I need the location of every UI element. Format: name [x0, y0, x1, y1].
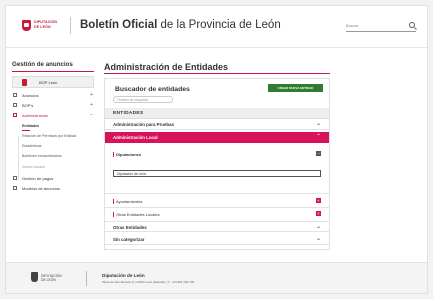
chevron-down-icon: ⌄ — [315, 121, 321, 127]
expand-icon[interactable]: + — [316, 198, 321, 203]
site-title-bold: Boletín Oficial — [80, 19, 158, 31]
site-title-rest: de la Provincia de León — [157, 19, 281, 31]
payments-icon — [13, 176, 17, 180]
expand-icon[interactable]: + — [90, 92, 93, 98]
logo-line1: DIPUTACIÓN — [34, 20, 58, 24]
logo-line2: DE LEÓN — [34, 24, 51, 29]
sidebar-item-label: Gestión de pagos — [22, 176, 54, 181]
sidebar-title: Gestión de anuncios — [12, 61, 73, 68]
sidebar-item-anuncios[interactable]: Anuncios + — [12, 92, 94, 100]
book-icon — [13, 103, 17, 107]
subgroup-label: Otras Entidades Locales — [116, 211, 160, 217]
expand-icon[interactable]: + — [316, 211, 321, 216]
submenu-item-permisos[interactable]: Relación de Permisos por Entidad — [22, 134, 76, 138]
entity-search-input[interactable]: Término de búsqueda — [113, 96, 173, 103]
header-search[interactable]: Buscar — [346, 22, 416, 32]
search-icon[interactable] — [409, 22, 415, 28]
site-header: DIPUTACIÓN DE LEÓN Boletín Oficial de la… — [6, 6, 427, 48]
entities-header-label: ENTIDADES — [113, 111, 144, 116]
divider — [105, 207, 329, 208]
site-footer: DIPUTACIÓN DE LEÓN Diputación de León Pl… — [6, 262, 427, 293]
entities-panel: Buscador de entidades CREAR NUEVA ENTIDA… — [104, 78, 330, 250]
header-separator — [70, 17, 71, 34]
sidebar-item-label: Administración — [22, 113, 49, 118]
subgroup-marker — [113, 212, 114, 217]
expand-icon[interactable]: + — [90, 102, 93, 108]
footer-address: Plaza de San Marcelo 6 | 24002 León (Esp… — [102, 280, 195, 284]
entities-header: ENTIDADES — [105, 108, 329, 119]
submenu-active-indicator — [22, 130, 30, 131]
subgroup-marker — [113, 199, 114, 204]
divider — [105, 193, 329, 194]
sidebar-item-label: BOP's — [22, 103, 34, 108]
header-search-placeholder: Buscar — [346, 23, 359, 28]
submenu-item-nuevo-usuario[interactable]: Nuevo usuario — [22, 165, 45, 169]
page-title-underline — [104, 73, 330, 74]
admin-icon — [13, 113, 17, 117]
sidebar-item-label: Modelos de anuncios — [22, 186, 60, 191]
collapse-icon[interactable]: − — [90, 112, 93, 118]
subgroup-marker — [113, 152, 114, 157]
submenu-item-estadisticas[interactable]: Estadísticas — [22, 144, 41, 148]
accordion-administracion-pruebas[interactable]: Administración para Pruebas ⌄ — [105, 119, 329, 130]
list-icon — [13, 93, 17, 97]
sidebar-item-administracion[interactable]: Administración − — [12, 112, 94, 120]
sidebar: Gestión de anuncios BOP León Anuncios + … — [6, 49, 98, 259]
accordion-label: Administración para Pruebas — [113, 122, 174, 127]
accordion-label: Sin categorizar — [113, 237, 145, 242]
create-entity-button[interactable]: CREAR NUEVA ENTIDAD — [268, 84, 323, 92]
header-logo-text[interactable]: DIPUTACIÓN DE LEÓN — [34, 20, 57, 29]
entity-item-diputacion-leon[interactable]: Diputación de León — [113, 170, 321, 177]
collapse-icon[interactable]: − — [316, 151, 321, 156]
templates-icon — [13, 186, 17, 190]
bop-leon-label: BOP León — [39, 80, 58, 85]
chevron-up-icon: ⌃ — [315, 134, 321, 140]
accordion-label: Administración Local — [113, 135, 158, 140]
diputacion-crest-icon[interactable] — [22, 20, 31, 31]
subgroup-otras-entidades-locales[interactable]: Otras Entidades Locales + — [105, 209, 329, 219]
accordion-administracion-local[interactable]: Administración Local ⌃ — [105, 132, 329, 143]
bop-icon — [22, 79, 27, 86]
footer-crest-icon — [31, 272, 38, 282]
page: DIPUTACIÓN DE LEÓN Boletín Oficial de la… — [5, 5, 428, 294]
accordion-otras-entidades[interactable]: Otras Entidades ⌄ — [105, 221, 329, 232]
entity-search-placeholder: Término de búsqueda — [117, 98, 149, 102]
accordion-label: Otras Entidades — [113, 225, 147, 230]
submenu-item-boletines-extraordinarios[interactable]: Boletines extraordinarios — [22, 154, 62, 158]
sidebar-title-underline — [12, 71, 94, 72]
sidebar-item-modelos[interactable]: Modelos de anuncios — [12, 185, 94, 193]
footer-org-name: Diputación de León — [102, 273, 145, 278]
site-title[interactable]: Boletín Oficial de la Provincia de León — [80, 19, 281, 31]
footer-separator — [86, 271, 87, 286]
subgroup-diputaciones[interactable]: Diputaciones − — [105, 149, 329, 159]
chevron-down-icon: ⌄ — [315, 224, 321, 230]
bop-leon-button[interactable]: BOP León — [12, 76, 94, 88]
sidebar-item-bops[interactable]: BOP's + — [12, 102, 94, 110]
subgroup-label: Diputaciones — [116, 151, 142, 157]
chevron-down-icon: ⌄ — [315, 236, 321, 242]
footer-logo-line2: DE LEÓN — [41, 278, 56, 283]
subgroup-label: Ayuntamientos — [116, 198, 143, 204]
footer-logo-text: DIPUTACIÓN DE LEÓN — [41, 274, 62, 283]
sidebar-item-pagos[interactable]: Gestión de pagos — [12, 175, 94, 183]
panel-title: Buscador de entidades — [115, 86, 190, 93]
page-title: Administración de Entidades — [104, 62, 229, 72]
entity-item-label: Diputación de León — [117, 172, 147, 176]
accordion-sin-categorizar[interactable]: Sin categorizar ⌄ — [105, 234, 329, 245]
submenu-item-entidades[interactable]: Entidades — [22, 124, 39, 128]
subgroup-ayuntamientos[interactable]: Ayuntamientos + — [105, 196, 329, 206]
sidebar-item-label: Anuncios — [22, 93, 39, 98]
